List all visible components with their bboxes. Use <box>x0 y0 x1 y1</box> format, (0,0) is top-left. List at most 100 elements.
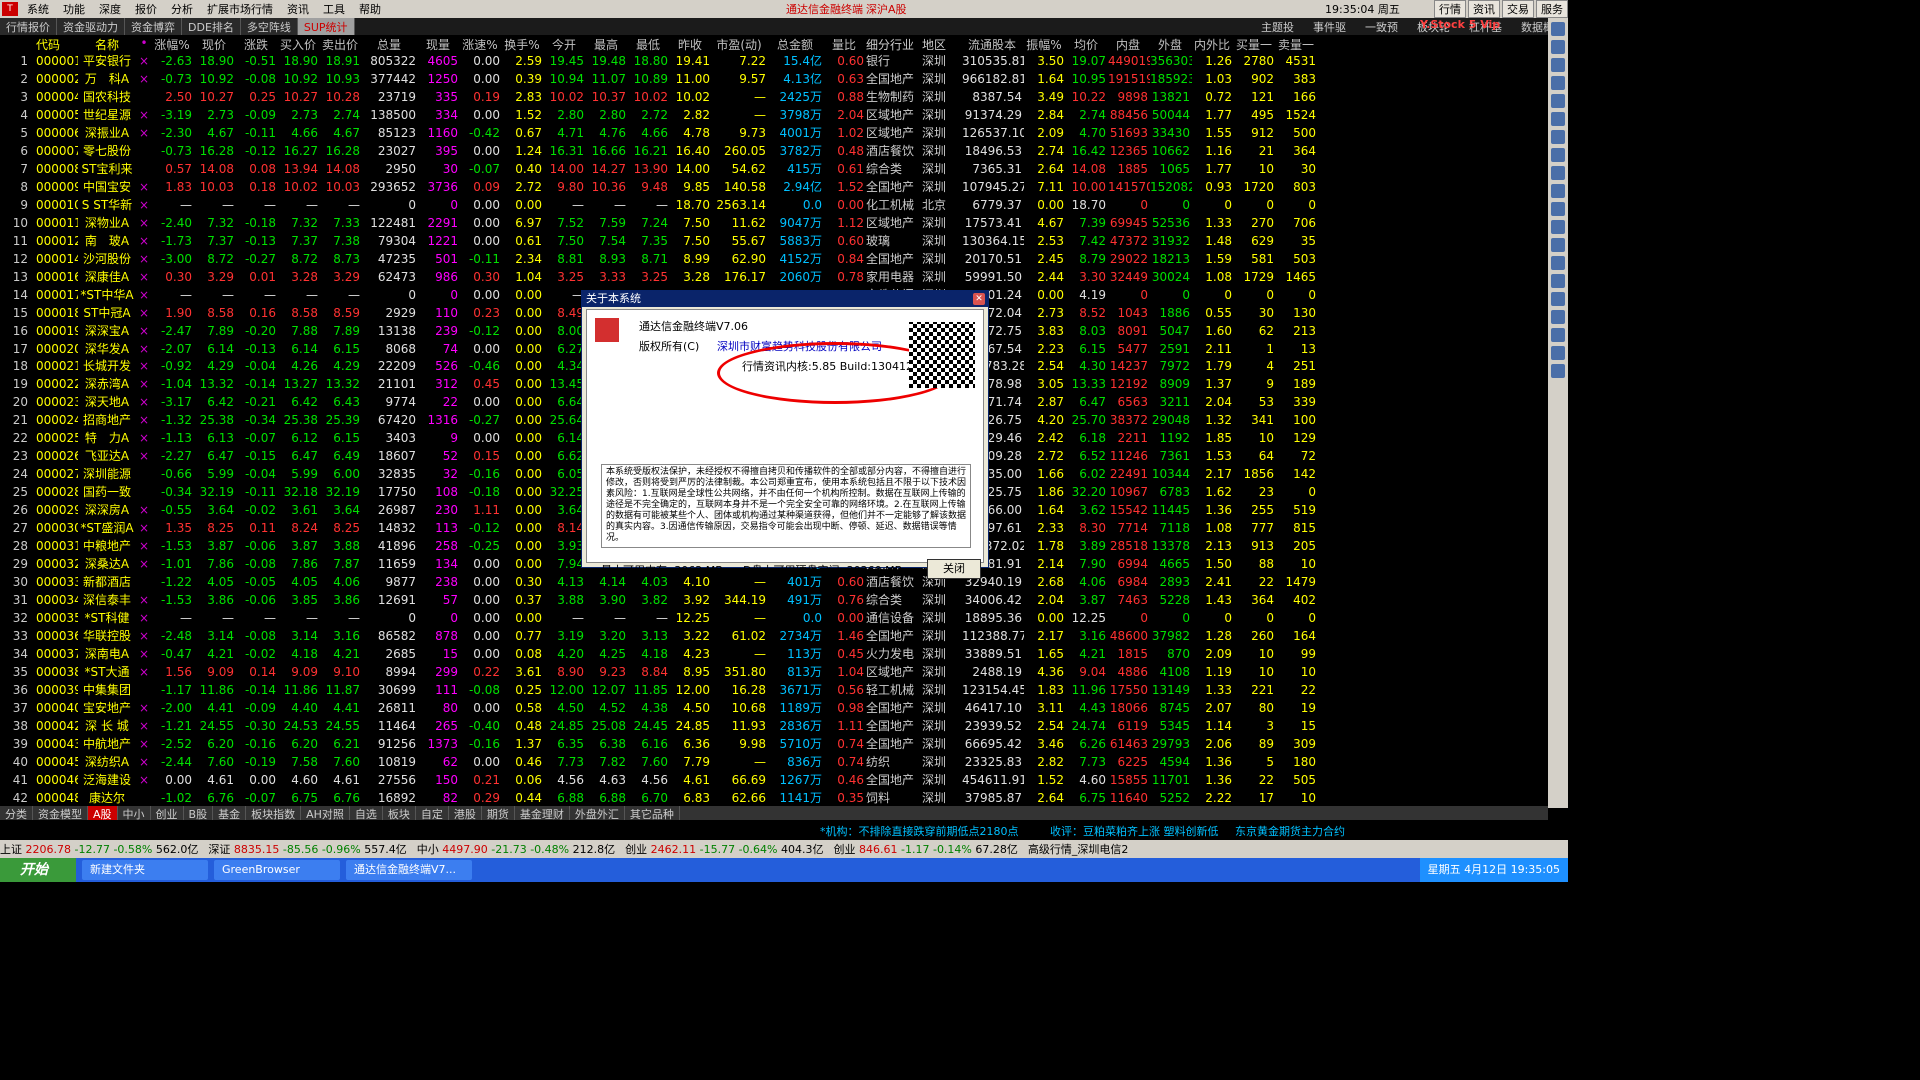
toolbar-icon[interactable] <box>1551 346 1565 360</box>
toolbar-icon[interactable] <box>1551 256 1565 270</box>
column-header[interactable]: 现量 <box>418 36 460 52</box>
column-header[interactable]: 振幅% <box>1024 36 1066 52</box>
taskbar-folder[interactable]: 新建文件夹 <box>82 860 208 880</box>
table-row[interactable]: 12 000014 沙河股份 × -3.00 8.72 -0.27 8.72 8.73 47235… <box>0 250 1548 268</box>
toolbar-icon[interactable] <box>1551 292 1565 306</box>
table-row[interactable]: 9 000010 S ST华新 × — — — — —0 0 0.00 0.00— — —18.70 256… <box>0 196 1548 214</box>
toolbar-icon[interactable] <box>1551 130 1565 144</box>
menu-item-help[interactable]: 帮助 <box>352 1 388 17</box>
table-row[interactable]: 32 000035 *ST科健 × — — — — —0 0 0.00 0.00— — —12.25—0.… <box>0 609 1548 627</box>
market-tab[interactable]: 港股 <box>449 806 482 821</box>
toolbar-icon[interactable] <box>1551 364 1565 378</box>
toolbar-icon[interactable] <box>1551 238 1565 252</box>
tab-quote[interactable]: 行情报价 <box>0 18 57 35</box>
news-button[interactable]: 资讯 <box>1468 0 1500 18</box>
column-header[interactable]: • <box>138 36 152 52</box>
index-quote[interactable]: 上证 2206.78 -12.77 -0.58% 562.0亿 <box>0 841 198 857</box>
column-header[interactable]: 涨速% <box>460 36 502 52</box>
toolbar-icon[interactable] <box>1551 328 1565 342</box>
column-header[interactable]: 名称 <box>78 36 138 52</box>
table-row[interactable]: 3 000004 国农科技 2.50 10.27 0.25 10.27 10.28 23719 3… <box>0 88 1548 106</box>
column-header[interactable]: 卖出价 <box>320 36 362 52</box>
toolbar-icon[interactable] <box>1551 76 1565 90</box>
toolbar-icon[interactable] <box>1551 40 1565 54</box>
table-row[interactable]: 41 000046 泛海建设 × 0.00 4.61 0.00 4.60 4.61 27556 15… <box>0 771 1548 789</box>
column-header[interactable]: 细分行业 <box>866 36 922 52</box>
tab-sup[interactable]: SUP统计 <box>297 18 355 35</box>
ticker-item[interactable]: 收评：豆粕菜粕齐上涨 塑料创新低 <box>1050 823 1219 839</box>
toolbar-icon[interactable] <box>1551 22 1565 36</box>
trade-button[interactable]: 交易 <box>1502 0 1534 18</box>
column-header[interactable]: 地区 <box>922 36 962 52</box>
table-row[interactable]: 6 000007 零七股份 -0.73 16.28 -0.12 16.27 16.28 2302… <box>0 142 1548 160</box>
market-tab[interactable]: AH对照 <box>301 806 350 821</box>
table-row[interactable]: 39 000043 中航地产 × -2.52 6.20 -0.16 6.20 6.21 91256… <box>0 735 1548 753</box>
menu-item-system[interactable]: 系统 <box>20 1 56 17</box>
column-header[interactable] <box>0 36 30 52</box>
column-header[interactable]: 昨收 <box>670 36 712 52</box>
taskbar-tdx[interactable]: 通达信金融终端V7... <box>346 860 472 880</box>
table-row[interactable]: 42 000048 康达尔 -1.02 6.76 -0.07 6.75 6.76 16892 82… <box>0 789 1548 807</box>
column-header[interactable]: 今开 <box>544 36 586 52</box>
index-quote[interactable]: 创业 2462.11 -15.77 -0.64% 404.3亿 <box>625 841 823 857</box>
toolbar-icon[interactable] <box>1551 94 1565 108</box>
index-quote[interactable]: 中小 4497.90 -21.73 -0.48% 212.8亿 <box>417 841 615 857</box>
column-header[interactable]: 量比 <box>824 36 866 52</box>
column-header[interactable]: 代码 <box>30 36 78 52</box>
table-row[interactable]: 7 000008 ST宝利来 0.57 14.08 0.08 13.94 14.08 2950 3… <box>0 160 1548 178</box>
market-tab[interactable]: 其它品种 <box>625 806 680 821</box>
column-header[interactable]: 涨跌 <box>236 36 278 52</box>
market-tab[interactable]: 基金 <box>213 806 247 821</box>
index-quote[interactable]: 深证 8835.15 -85.56 -0.96% 557.4亿 <box>208 841 406 857</box>
table-row[interactable]: 34 000037 深南电A × -0.47 4.21 -0.02 4.18 4.21 2685 1… <box>0 645 1548 663</box>
market-tab[interactable]: 期货 <box>482 806 515 821</box>
column-header[interactable]: 换手% <box>502 36 544 52</box>
table-row[interactable]: 31 000034 深信泰丰 × -1.53 3.86 -0.06 3.85 3.86 12691… <box>0 591 1548 609</box>
menu-item-analysis[interactable]: 分析 <box>164 1 200 17</box>
table-row[interactable]: 11 000012 南 玻A × -1.73 7.37 -0.13 7.37 7.38 79304… <box>0 232 1548 250</box>
close-icon[interactable]: ✕ <box>973 293 985 305</box>
toolbar-icon[interactable] <box>1551 112 1565 126</box>
tab-fund-game[interactable]: 资金博弈 <box>125 18 182 35</box>
column-header[interactable]: 总金额 <box>768 36 824 52</box>
column-header[interactable]: 买量一 <box>1234 36 1276 52</box>
toolbar-icon[interactable] <box>1551 58 1565 72</box>
market-tab[interactable]: 资金模型 <box>33 806 88 821</box>
table-row[interactable]: 36 000039 中集集团 -1.17 11.86 -0.14 11.86 11.87 306… <box>0 681 1548 699</box>
market-tab[interactable]: 自定 <box>416 806 449 821</box>
menu-item-news[interactable]: 资讯 <box>280 1 316 17</box>
market-tab[interactable]: 创业 <box>151 806 184 821</box>
column-header[interactable]: 卖量一 <box>1276 36 1318 52</box>
toolbar-icon[interactable] <box>1551 148 1565 162</box>
toolbar-icon[interactable] <box>1551 184 1565 198</box>
column-header[interactable]: 均价 <box>1066 36 1108 52</box>
market-tab[interactable]: 自选 <box>350 806 383 821</box>
table-row[interactable]: 10 000011 深物业A × -2.40 7.32 -0.18 7.32 7.33 12248… <box>0 214 1548 232</box>
ticker-item[interactable]: 东京黄金期货主力合约 <box>1235 823 1345 839</box>
service-button[interactable]: 服务 <box>1536 0 1568 18</box>
toolbar-icon[interactable] <box>1551 202 1565 216</box>
menu-item-depth[interactable]: 深度 <box>92 1 128 17</box>
index-quote[interactable]: 创业 846.61 -1.17 -0.14% 67.28亿 <box>834 841 1018 857</box>
start-button[interactable]: 开始 <box>0 858 76 882</box>
market-tab[interactable]: B股 <box>184 806 214 821</box>
column-header[interactable]: 总量 <box>362 36 418 52</box>
table-row[interactable]: 33 000036 华联控股 × -2.48 3.14 -0.08 3.14 3.16 86582… <box>0 627 1548 645</box>
market-tab[interactable]: 中小 <box>118 806 151 821</box>
toolbar-icon[interactable] <box>1551 274 1565 288</box>
column-header[interactable]: 市盈(动) <box>712 36 768 52</box>
menu-item-extended[interactable]: 扩展市场行情 <box>200 1 280 17</box>
toolbar-icon[interactable] <box>1551 220 1565 234</box>
quote-button[interactable]: 行情 <box>1434 0 1466 18</box>
table-row[interactable]: 8 000009 中国宝安 × 1.83 10.03 0.18 10.02 10.03 29365… <box>0 178 1548 196</box>
column-header[interactable]: 现价 <box>194 36 236 52</box>
column-header[interactable]: 涨幅% <box>152 36 194 52</box>
market-tab[interactable]: 板块指数 <box>246 806 302 821</box>
menu-item-function[interactable]: 功能 <box>56 1 92 17</box>
column-header[interactable]: 最高 <box>586 36 628 52</box>
column-header[interactable]: 买入价 <box>278 36 320 52</box>
table-row[interactable]: 4 000005 世纪星源 × -3.19 2.73 -0.09 2.73 2.74 138500… <box>0 106 1548 124</box>
table-row[interactable]: 2 000002 万 科A × -0.73 10.92 -0.08 10.92 10.93 377… <box>0 70 1548 88</box>
table-row[interactable]: 13 000016 深康佳A × 0.30 3.29 0.01 3.28 3.29 62473 98… <box>0 268 1548 286</box>
column-header[interactable]: 最低 <box>628 36 670 52</box>
